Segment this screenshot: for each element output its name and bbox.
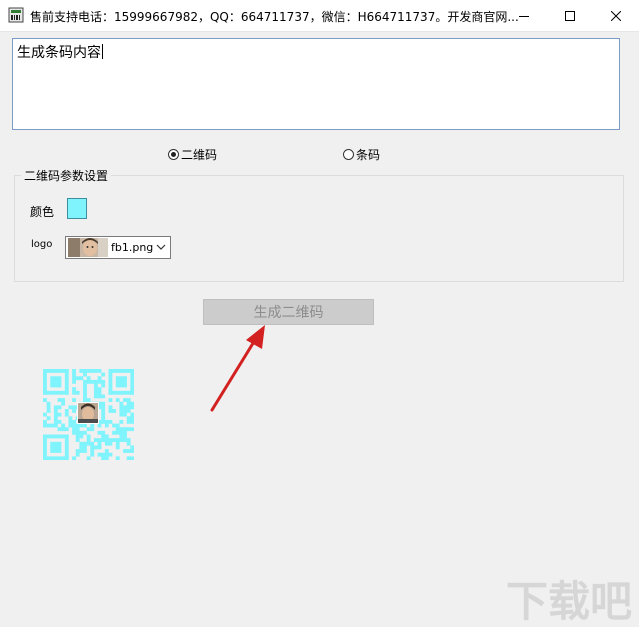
color-picker-swatch[interactable] [67,198,87,219]
generated-qrcode-image [43,369,134,460]
title-bar: 售前支持电话：15999667982，QQ：664711737，微信：H6647… [0,0,639,32]
logo-filename: fb1.png [111,241,154,254]
radio-barcode[interactable]: 条码 [343,146,380,162]
radio-qrcode[interactable]: 二维码 [168,146,217,162]
chevron-down-icon [156,244,166,250]
arrow-annotation-icon [210,325,265,412]
close-icon [611,10,621,21]
logo-label: logo [31,239,53,250]
radio-qrcode-circle [168,148,179,160]
radio-barcode-label: 条码 [356,147,381,162]
watermark-text: 下载吧 [506,577,632,626]
radio-barcode-circle [343,148,354,160]
text-caret [102,44,103,59]
color-label: 颜色 [30,205,55,219]
minimize-button[interactable] [501,0,547,31]
qr-settings-title: 二维码参数设置 [21,167,112,184]
barcode-content-input[interactable]: 生成条码内容 [12,38,620,130]
maximize-icon [565,10,575,21]
minimize-icon [519,15,529,17]
qr-settings-group: 二维码参数设置 颜色 logo fb1.png [14,167,624,282]
barcode-content-text: 生成条码内容 [17,45,101,61]
close-button[interactable] [593,0,639,31]
logo-select[interactable]: fb1.png [65,236,171,259]
logo-thumbnail [68,238,108,257]
radio-qrcode-label: 二维码 [181,147,218,162]
qr-logo-overlay-icon [77,402,99,424]
watermark-logo-icon: 下载吧 [506,577,632,626]
maximize-button[interactable] [547,0,593,31]
app-icon [8,7,24,23]
window-title: 售前支持电话：15999667982，QQ：664711737，微信：H6647… [30,10,519,24]
